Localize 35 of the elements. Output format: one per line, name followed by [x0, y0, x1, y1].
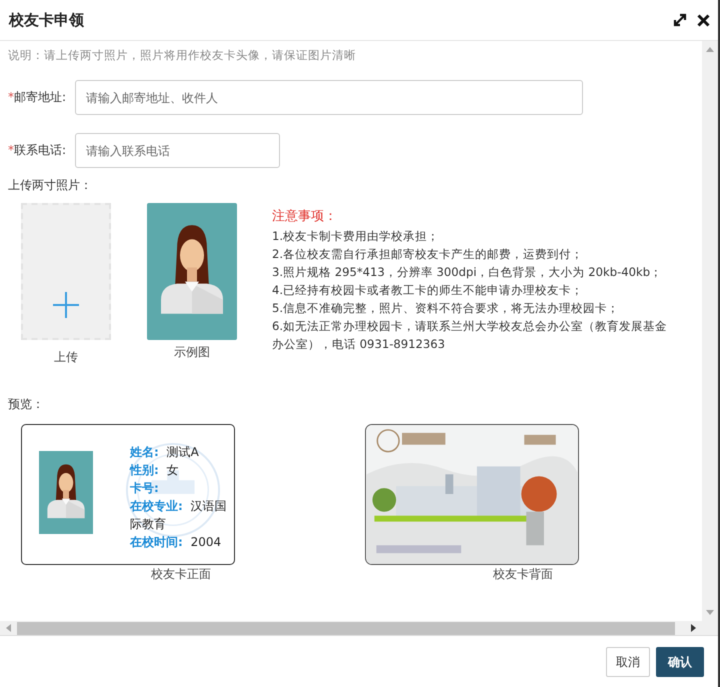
notice-item: 3.照片规格 295*413，分辨率 300dpi，白色背景，大小为 20kb-40kb； — [272, 264, 664, 281]
close-icon[interactable] — [697, 14, 710, 26]
field-label: *联系电话: — [8, 142, 67, 159]
plus-icon — [53, 292, 79, 318]
card-field-text: 在校专业: 汉语国际教育 — [130, 498, 228, 533]
card-caption: 校友卡背面 — [492, 566, 553, 583]
scroll-up-icon[interactable] — [706, 47, 714, 52]
upload-label: 上传两寸照片： — [8, 177, 93, 194]
upload-box[interactable] — [21, 203, 111, 340]
maximize-icon[interactable] — [673, 13, 687, 27]
instruction-text: 说明：请上传两寸照片，照片将用作校友卡头像，请保证图片清晰 — [8, 48, 357, 63]
notice-item: 1.校友卡制卡费用由学校承担； — [272, 228, 440, 245]
notice-item: 6.如无法正常办理校园卡，请联系兰州大学校友总会办公室（教育发展基金办公室），电话 0931-8912363 — [272, 318, 668, 353]
scrollbar-thumb[interactable] — [17, 622, 675, 634]
text-input[interactable]: 请输入联系电话 — [75, 133, 280, 168]
field-label: *邮寄地址: — [8, 89, 67, 106]
upload-caption: 上传 — [54, 349, 78, 366]
card-field-text: 卡号: — [130, 480, 160, 497]
dialog-title: 校友卡申领 — [9, 10, 85, 30]
notice-item: 4.已经持有校园卡或者教工卡的师生不能申请办理校友卡； — [272, 282, 584, 299]
scroll-down-icon[interactable] — [706, 610, 714, 615]
card-field-text: 性别: 女 — [130, 462, 180, 479]
card-field-text: 姓名: 测试A — [130, 444, 200, 461]
preview-label: 预览： — [8, 396, 45, 413]
scroll-right-icon[interactable] — [691, 624, 696, 632]
notice-item: 5.信息不准确完整，照片、资料不符合要求，将无法办理校园卡； — [272, 300, 620, 317]
card-field-text: 在校时间: 2004 — [130, 534, 222, 551]
confirm-button[interactable]: 确认 — [656, 647, 704, 677]
notice-item: 2.各位校友需自行承担邮寄校友卡产生的邮费，运费到付； — [272, 246, 584, 263]
text-input[interactable]: 请输入邮寄地址、收件人 — [75, 80, 583, 115]
sample-caption: 示例图 — [174, 344, 210, 361]
scroll-left-icon[interactable] — [6, 624, 11, 632]
cancel-button[interactable]: 取消 — [606, 647, 650, 677]
notice-title: 注意事项： — [272, 208, 338, 226]
card-caption: 校友卡正面 — [150, 566, 211, 583]
